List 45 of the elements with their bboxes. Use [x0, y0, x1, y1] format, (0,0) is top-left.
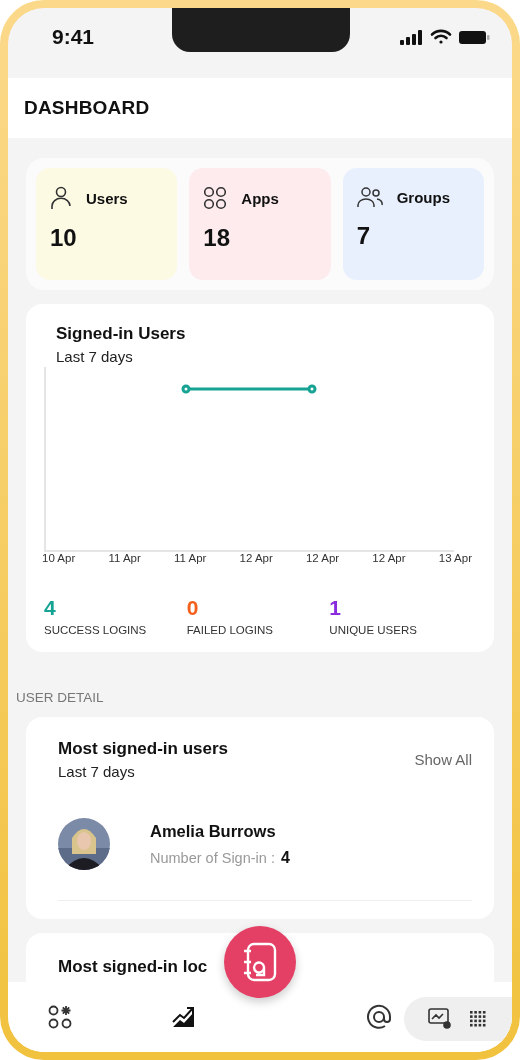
stat-label: Users — [86, 189, 128, 207]
trend-chart-icon[interactable] — [172, 1006, 196, 1028]
card-title: Most signed-in loc — [58, 957, 209, 977]
stat-label: Groups — [396, 188, 450, 206]
card-title: Signed-in Users — [56, 324, 187, 344]
signin-count-label: Number of Sign-in : — [150, 849, 275, 866]
notebook-icon — [242, 942, 278, 982]
axis-label: 13 Apr — [438, 552, 472, 564]
card-subtitle: Last 7 days — [58, 763, 136, 780]
wifi-icon — [430, 29, 452, 45]
show-all-link[interactable]: Show All — [414, 751, 472, 768]
metric-value: 4 — [44, 596, 57, 620]
axis-label: 11 Apr — [173, 552, 207, 564]
grid-menu-icon[interactable] — [470, 1011, 486, 1027]
axis-label: 12 Apr — [239, 552, 273, 564]
card-subtitle: Last 7 days — [56, 348, 134, 365]
metric-label: SUCCESS LOGINS — [44, 624, 148, 636]
card-title: Most signed-in users — [58, 739, 229, 759]
metric-label: FAILED LOGINS — [186, 624, 274, 636]
apps-icon — [203, 186, 228, 210]
metric-value: 0 — [186, 596, 200, 620]
at-sign-icon[interactable] — [366, 1004, 392, 1030]
stat-value: 7 — [356, 222, 371, 250]
metric-value: 1 — [329, 596, 342, 620]
axis-label: 12 Apr — [305, 552, 340, 564]
section-label: USER DETAIL — [16, 690, 105, 705]
axis-label: 12 Apr — [372, 552, 406, 564]
stat-tile[interactable]: Apps 18 — [189, 168, 331, 280]
axis-label: 11 Apr — [108, 552, 141, 564]
stat-tile[interactable]: Groups 7 — [342, 168, 484, 280]
page-title: DASHBOARD — [24, 97, 150, 119]
stat-tile[interactable]: Users 10 — [36, 168, 178, 280]
signin-count: 4 — [280, 848, 290, 867]
users-icon — [356, 186, 383, 208]
battery-icon — [458, 29, 490, 45]
user-icon — [50, 186, 72, 210]
apps-icon[interactable] — [48, 1005, 72, 1029]
axis-label: 10 Apr — [42, 552, 76, 564]
user-name: Amelia Burrows — [150, 821, 277, 841]
metric-label: UNIQUE USERS — [329, 624, 418, 636]
status-time: 9:41 — [52, 25, 95, 49]
signal-icon — [400, 29, 424, 45]
stat-label: Apps — [241, 189, 279, 207]
stat-value: 10 — [50, 224, 78, 252]
stat-value: 18 — [203, 224, 232, 252]
